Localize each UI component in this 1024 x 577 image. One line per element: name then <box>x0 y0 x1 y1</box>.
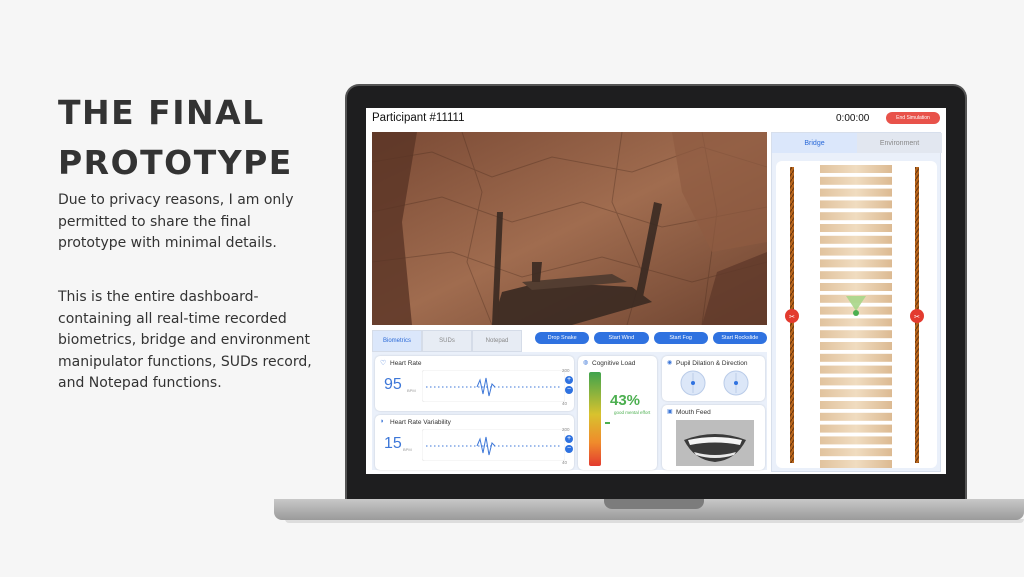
bridge-plank <box>820 424 892 433</box>
laptop-notch <box>604 499 704 509</box>
bridge-plank <box>820 353 892 362</box>
start-wind-button[interactable]: Start Wind <box>594 332 649 344</box>
tab-environment[interactable]: Environment <box>857 133 942 153</box>
canyon-scene-image <box>372 132 767 325</box>
heart-rate-unit: BPM <box>407 388 416 393</box>
right-tab-bar: Bridge Environment <box>772 133 942 153</box>
heading-line-2: PROTOTYPE <box>58 143 293 182</box>
dashboard-screen: Participant #11111 0:00:00 End Simulatio… <box>366 108 946 474</box>
bridge-plank <box>820 271 892 280</box>
bridge-plank <box>820 436 892 445</box>
bridge-plank <box>820 318 892 327</box>
drop-snake-button[interactable]: Drop Snake <box>535 332 590 344</box>
bridge-plank <box>820 200 892 209</box>
privacy-paragraph: Due to privacy reasons, I am only permit… <box>58 192 294 251</box>
bridge-plank <box>820 377 892 386</box>
bridge-plank <box>820 188 892 197</box>
bridge-plank <box>820 165 892 173</box>
environment-controls: Drop Snake Start Wind Start Fog Start Ro… <box>535 332 767 344</box>
svg-text:✂: ✂ <box>789 313 795 321</box>
dashboard-topbar: Participant #11111 0:00:00 End Simulatio… <box>366 108 946 130</box>
bridge-plank <box>820 259 892 268</box>
heart-rate-card: Heart Rate ♡ 95 BPM 200 40 + − <box>375 356 574 411</box>
tab-notepad[interactable]: Notepad <box>472 330 522 352</box>
start-fog-button[interactable]: Start Fog <box>653 332 708 344</box>
mouth-feed-video <box>676 420 754 466</box>
heart-rate-min: 40 <box>562 401 568 406</box>
participant-id: Participant #11111 <box>372 112 465 124</box>
hrv-min: 40 <box>562 460 568 465</box>
bridge-plank <box>820 448 892 457</box>
svg-text:✂: ✂ <box>914 313 920 321</box>
vr-scene-view <box>372 132 767 325</box>
left-pupil-indicator <box>680 370 706 396</box>
bridge-plank <box>820 412 892 421</box>
start-rockslide-button[interactable]: Start Rockslide <box>712 332 767 344</box>
hrv-value: 15 <box>384 435 402 452</box>
heading-line-1: THE FINAL <box>58 93 265 132</box>
hrv-title: Heart Rate Variability <box>390 419 451 426</box>
hrv-unit: BPM <box>403 447 412 452</box>
bridge-control-panel: Bridge Environment ✂ ✂ <box>771 132 942 472</box>
tab-suds[interactable]: SUDs <box>422 330 472 352</box>
heart-rate-max: 200 <box>562 368 570 373</box>
cognitive-load-title: Cognitive Load <box>592 360 636 367</box>
bridge-plank <box>820 389 892 398</box>
biometrics-tab-bar: Biometrics SUDs Notepad <box>372 330 522 352</box>
bridge-plank <box>820 460 892 468</box>
increase-icon[interactable]: + <box>565 435 573 443</box>
eye-icon: ◉ <box>667 360 673 366</box>
bridge-plank <box>820 283 892 291</box>
bridge-plank <box>820 247 892 256</box>
brain-icon: ◍ <box>583 360 589 366</box>
end-simulation-button[interactable]: End Simulation <box>886 112 940 124</box>
cognitive-load-caption: good mental effort <box>614 410 651 415</box>
slide: THE FINAL PROTOTYPE Due to privacy reaso… <box>0 0 1024 577</box>
heart-rate-title: Heart Rate <box>390 360 422 367</box>
decrease-icon[interactable]: − <box>565 386 573 394</box>
heart-rate-value: 95 <box>384 376 402 393</box>
description-paragraph: This is the entire dashboard- containing… <box>58 289 312 391</box>
heart-icon: ♡ <box>380 360 387 367</box>
heart-rate-graph <box>422 370 565 402</box>
slide-heading: THE FINAL PROTOTYPE <box>58 88 328 188</box>
bridge-map: ✂ ✂ <box>776 161 937 468</box>
bridge-plank <box>820 342 892 350</box>
bridge-plank <box>820 212 892 221</box>
tab-bridge[interactable]: Bridge <box>772 133 857 153</box>
cognitive-load-percent: 43% <box>610 392 641 409</box>
camera-icon: ▣ <box>667 409 673 415</box>
increase-icon[interactable]: + <box>565 376 573 384</box>
hrv-card: Heart Rate Variability ◗ 15 BPM 200 40 +… <box>375 415 574 470</box>
decrease-icon[interactable]: − <box>565 445 573 453</box>
pupil-card: ◉ Pupil Dilation & Direction <box>662 356 765 401</box>
hrv-max: 200 <box>562 427 570 432</box>
bridge-plank <box>820 235 892 244</box>
right-pupil-indicator <box>723 370 749 396</box>
pupil-title: Pupil Dilation & Direction <box>676 360 748 367</box>
mouth-feed-title: Mouth Feed <box>676 409 711 416</box>
session-timer: 0:00:00 <box>836 113 870 124</box>
bridge-plank <box>820 330 892 339</box>
bridge-plank <box>820 176 892 185</box>
cognitive-level-marker <box>605 422 610 424</box>
cognitive-gauge <box>589 372 601 466</box>
hrv-graph <box>422 429 565 461</box>
bridge-diagram: ✂ ✂ <box>785 165 924 468</box>
mouth-feed-card: ▣ Mouth Feed <box>662 405 765 470</box>
tab-biometrics[interactable]: Biometrics <box>372 330 422 352</box>
cognitive-load-card: ◍ Cognitive Load 43% good mental effort <box>578 356 657 470</box>
bridge-plank <box>820 224 892 232</box>
bridge-plank <box>820 365 892 374</box>
shield-icon: ◗ <box>380 418 385 425</box>
bridge-plank <box>820 401 892 409</box>
